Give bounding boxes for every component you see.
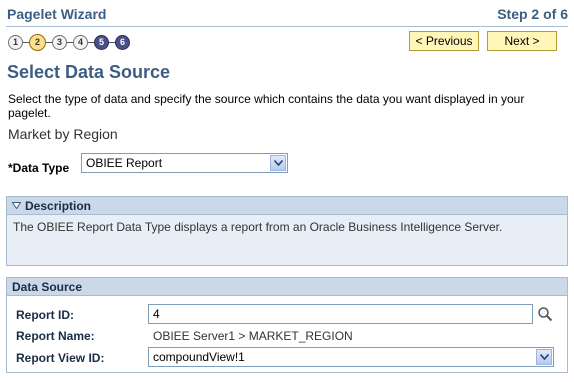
- report-name-label: Report Name:: [16, 329, 95, 343]
- instructions: Select the type of data and specify the …: [8, 92, 525, 120]
- step-indicator: Step 2 of 6: [497, 6, 568, 22]
- description-group: Description The OBIEE Report Data Type d…: [6, 196, 568, 266]
- data-source-header-label: Data Source: [12, 279, 83, 294]
- step-5: 5: [94, 34, 109, 50]
- data-source-header: Data Source: [7, 278, 567, 296]
- report-id-input[interactable]: 4: [148, 304, 533, 324]
- description-header[interactable]: Description: [7, 197, 567, 215]
- search-icon[interactable]: [537, 306, 553, 325]
- description-text: The OBIEE Report Data Type displays a re…: [13, 220, 503, 234]
- page-title: Select Data Source: [7, 62, 171, 82]
- step-4: 4: [73, 34, 88, 50]
- pagelet-name: Market by Region: [8, 126, 118, 142]
- header-divider: [6, 26, 568, 27]
- wizard-title: Pagelet Wizard: [7, 6, 107, 22]
- data-type-select[interactable]: OBIEE Report: [81, 153, 288, 173]
- report-id-label: Report ID:: [16, 308, 74, 322]
- report-view-id-value: compoundView!1: [153, 350, 245, 364]
- step-6: 6: [115, 34, 130, 50]
- data-type-label: *Data Type: [8, 161, 70, 175]
- step-3: 3: [52, 34, 67, 50]
- previous-button[interactable]: < Previous: [409, 31, 479, 51]
- step-1[interactable]: 1: [8, 34, 23, 50]
- collapse-triangle-icon[interactable]: [12, 202, 21, 209]
- step-progress: 1 2 3 4 5 6: [8, 33, 130, 51]
- report-name-value: OBIEE Server1 > MARKET_REGION: [153, 329, 353, 343]
- report-view-id-label: Report View ID:: [16, 351, 105, 365]
- step-2: 2: [29, 33, 46, 51]
- report-view-id-select[interactable]: compoundView!1: [148, 347, 554, 367]
- chevron-down-icon[interactable]: [270, 155, 286, 171]
- chevron-down-icon[interactable]: [536, 349, 552, 365]
- data-type-value: OBIEE Report: [86, 156, 163, 170]
- next-button[interactable]: Next >: [487, 31, 557, 51]
- description-header-label: Description: [25, 198, 92, 213]
